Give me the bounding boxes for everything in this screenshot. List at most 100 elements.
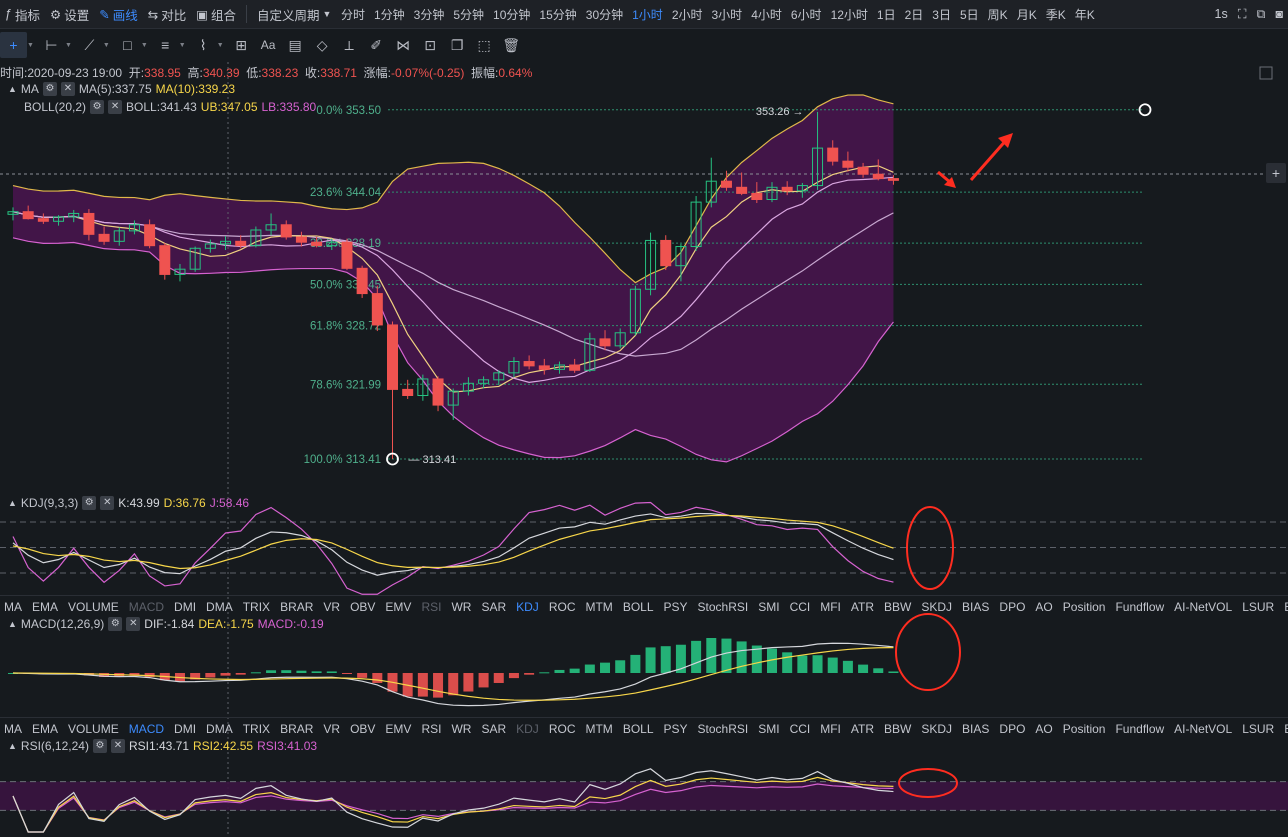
indicator-tab[interactable]: LSUR <box>1238 600 1280 614</box>
indicator-tab[interactable]: DMI <box>170 600 202 614</box>
indicator-tab[interactable]: SKDJ <box>917 722 958 736</box>
chevron-down-icon[interactable]: ▼ <box>103 42 110 49</box>
period-tab[interactable]: 6小时 <box>786 6 826 23</box>
indicator-tab[interactable]: BASIS <box>1280 722 1288 736</box>
indicator-tab[interactable]: CCI <box>786 722 817 736</box>
parallel-channel-icon[interactable]: ≡ <box>152 32 179 58</box>
fib-icon[interactable]: ▤ <box>282 32 309 58</box>
indicator-tab[interactable]: RSI <box>417 722 447 736</box>
period-tab[interactable]: 5分钟 <box>449 6 489 23</box>
indicator-tab[interactable]: SKDJ <box>917 600 958 614</box>
indicator-tab[interactable]: SMI <box>754 600 785 614</box>
indicator-tab[interactable]: KDJ <box>512 722 545 736</box>
topbar-button-3[interactable]: ⇆ 对比 <box>143 0 192 29</box>
fullscreen-icon[interactable]: ⛶ <box>1233 0 1252 29</box>
indicator-tab[interactable]: ATR <box>847 722 880 736</box>
gear-icon[interactable]: ⚙ <box>42 82 57 96</box>
period-tab[interactable]: 3小时 <box>707 6 747 23</box>
collapse-icon[interactable]: ▲ <box>8 84 17 94</box>
trend-line-icon[interactable]: ⟋ <box>76 32 103 58</box>
period-tab[interactable]: 年K <box>1070 6 1099 23</box>
period-tab[interactable]: 3分钟 <box>409 6 449 23</box>
collapse-icon[interactable]: ▲ <box>8 619 17 629</box>
delete-icon[interactable]: 🗑 <box>498 32 525 58</box>
main-chart[interactable]: 0.0% 353.50 23.6% 344.04 38.2% 338.19 50.0%… <box>0 0 1288 837</box>
topbar-button-0[interactable]: ƒ 指标 <box>0 0 45 29</box>
indicator-tab[interactable]: AI-NetVOL <box>1170 600 1238 614</box>
indicator-tab[interactable]: DMA <box>202 600 239 614</box>
indicator-tab[interactable]: BBW <box>880 600 917 614</box>
pattern-icon[interactable]: ⋈ <box>390 32 417 58</box>
indicator-tab[interactable]: DPO <box>995 600 1031 614</box>
period-tab[interactable]: 10分钟 <box>489 6 535 23</box>
indicator-tab[interactable]: BOLL <box>619 600 660 614</box>
indicator-tab[interactable]: RSI <box>417 600 447 614</box>
collapse-icon[interactable]: ▲ <box>8 741 17 751</box>
indicator-tab[interactable]: BRAR <box>276 722 319 736</box>
lock-icon[interactable]: ⊡ <box>417 32 444 58</box>
indicator-tab[interactable]: AI-NetVOL <box>1170 722 1238 736</box>
period-tab[interactable]: 1小时 <box>628 6 668 23</box>
close-icon[interactable]: ✕ <box>100 496 115 510</box>
indicator-tab[interactable]: MFI <box>816 600 847 614</box>
text-icon[interactable]: Aa <box>255 32 282 58</box>
indicator-tab[interactable]: SAR <box>477 722 512 736</box>
indicator-tab[interactable]: EMV <box>381 600 417 614</box>
indicator-tab[interactable]: StochRSI <box>694 600 755 614</box>
period-tab[interactable]: 1日 <box>872 6 900 23</box>
period-tab[interactable]: 2日 <box>900 6 928 23</box>
period-tab[interactable]: 30分钟 <box>581 6 627 23</box>
indicator-tab[interactable]: SAR <box>477 600 512 614</box>
indicator-tab[interactable]: Fundflow <box>1111 600 1170 614</box>
indicator-tab[interactable]: Position <box>1059 600 1112 614</box>
indicator-tab[interactable]: BRAR <box>276 600 319 614</box>
indicator-tab[interactable]: DMA <box>202 722 239 736</box>
indicator-tab[interactable]: StochRSI <box>694 722 755 736</box>
crosshair-icon[interactable]: + <box>0 32 27 58</box>
indicator-tab[interactable]: BIAS <box>958 722 995 736</box>
chevron-down-icon[interactable]: ▼ <box>217 42 224 49</box>
indicator-tab[interactable]: TRIX <box>239 600 276 614</box>
indicator-tab[interactable]: ROC <box>545 600 582 614</box>
close-icon[interactable]: ✕ <box>60 82 75 96</box>
indicator-tab[interactable]: TRIX <box>239 722 276 736</box>
close-icon[interactable]: ✕ <box>108 100 123 114</box>
custom-period-dropdown[interactable]: 自定义周期 ▼ <box>252 0 336 29</box>
period-tab[interactable]: 1分钟 <box>369 6 409 23</box>
period-tab[interactable]: 周K <box>983 6 1012 23</box>
indicator-tab[interactable]: MACD <box>125 600 170 614</box>
indicator-tab[interactable]: VOLUME <box>64 722 125 736</box>
popout-icon[interactable]: ⧉ <box>1252 0 1271 29</box>
rectangle-icon[interactable]: □ <box>114 32 141 58</box>
camera-icon[interactable]: ◙ <box>1270 0 1288 29</box>
copy-icon[interactable]: ❐ <box>444 32 471 58</box>
indicator-tab[interactable]: CCI <box>786 600 817 614</box>
collapse-icon[interactable]: ▲ <box>8 498 17 508</box>
indicator-tab[interactable]: WR <box>447 722 477 736</box>
indicator-tab[interactable]: AO <box>1031 722 1058 736</box>
indicator-tab[interactable]: BASIS <box>1280 600 1288 614</box>
indicator-tab[interactable]: Fundflow <box>1111 722 1170 736</box>
indicator-tab[interactable]: SMI <box>754 722 785 736</box>
period-tab[interactable]: 12小时 <box>826 6 872 23</box>
period-tab[interactable]: 5日 <box>955 6 983 23</box>
indicator-tab[interactable]: ATR <box>847 600 880 614</box>
gear-icon[interactable]: ⚙ <box>92 739 107 753</box>
gear-icon[interactable]: ⚙ <box>82 496 97 510</box>
chevron-down-icon[interactable]: ▼ <box>179 42 186 49</box>
topbar-button-2[interactable]: ✎ 画线 <box>94 0 143 29</box>
indicator-tab[interactable]: PSY <box>660 600 694 614</box>
refresh-interval-label[interactable]: 1s <box>1210 0 1233 29</box>
indicator-tab[interactable]: OBV <box>346 600 381 614</box>
indicator-tab[interactable]: PSY <box>660 722 694 736</box>
indicator-tab[interactable]: EMV <box>381 722 417 736</box>
chevron-down-icon[interactable]: ▼ <box>27 42 34 49</box>
chevron-down-icon[interactable]: ▼ <box>141 42 148 49</box>
indicator-tab[interactable]: MACD <box>125 722 170 736</box>
indicator-tab[interactable]: BIAS <box>958 600 995 614</box>
topbar-button-1[interactable]: ⚙ 设置 <box>45 0 94 29</box>
indicator-tab[interactable]: DPO <box>995 722 1031 736</box>
grid-icon[interactable]: ⊞ <box>228 32 255 58</box>
period-tab[interactable]: 15分钟 <box>535 6 581 23</box>
topbar-button-4[interactable]: ▣ 组合 <box>191 0 241 29</box>
